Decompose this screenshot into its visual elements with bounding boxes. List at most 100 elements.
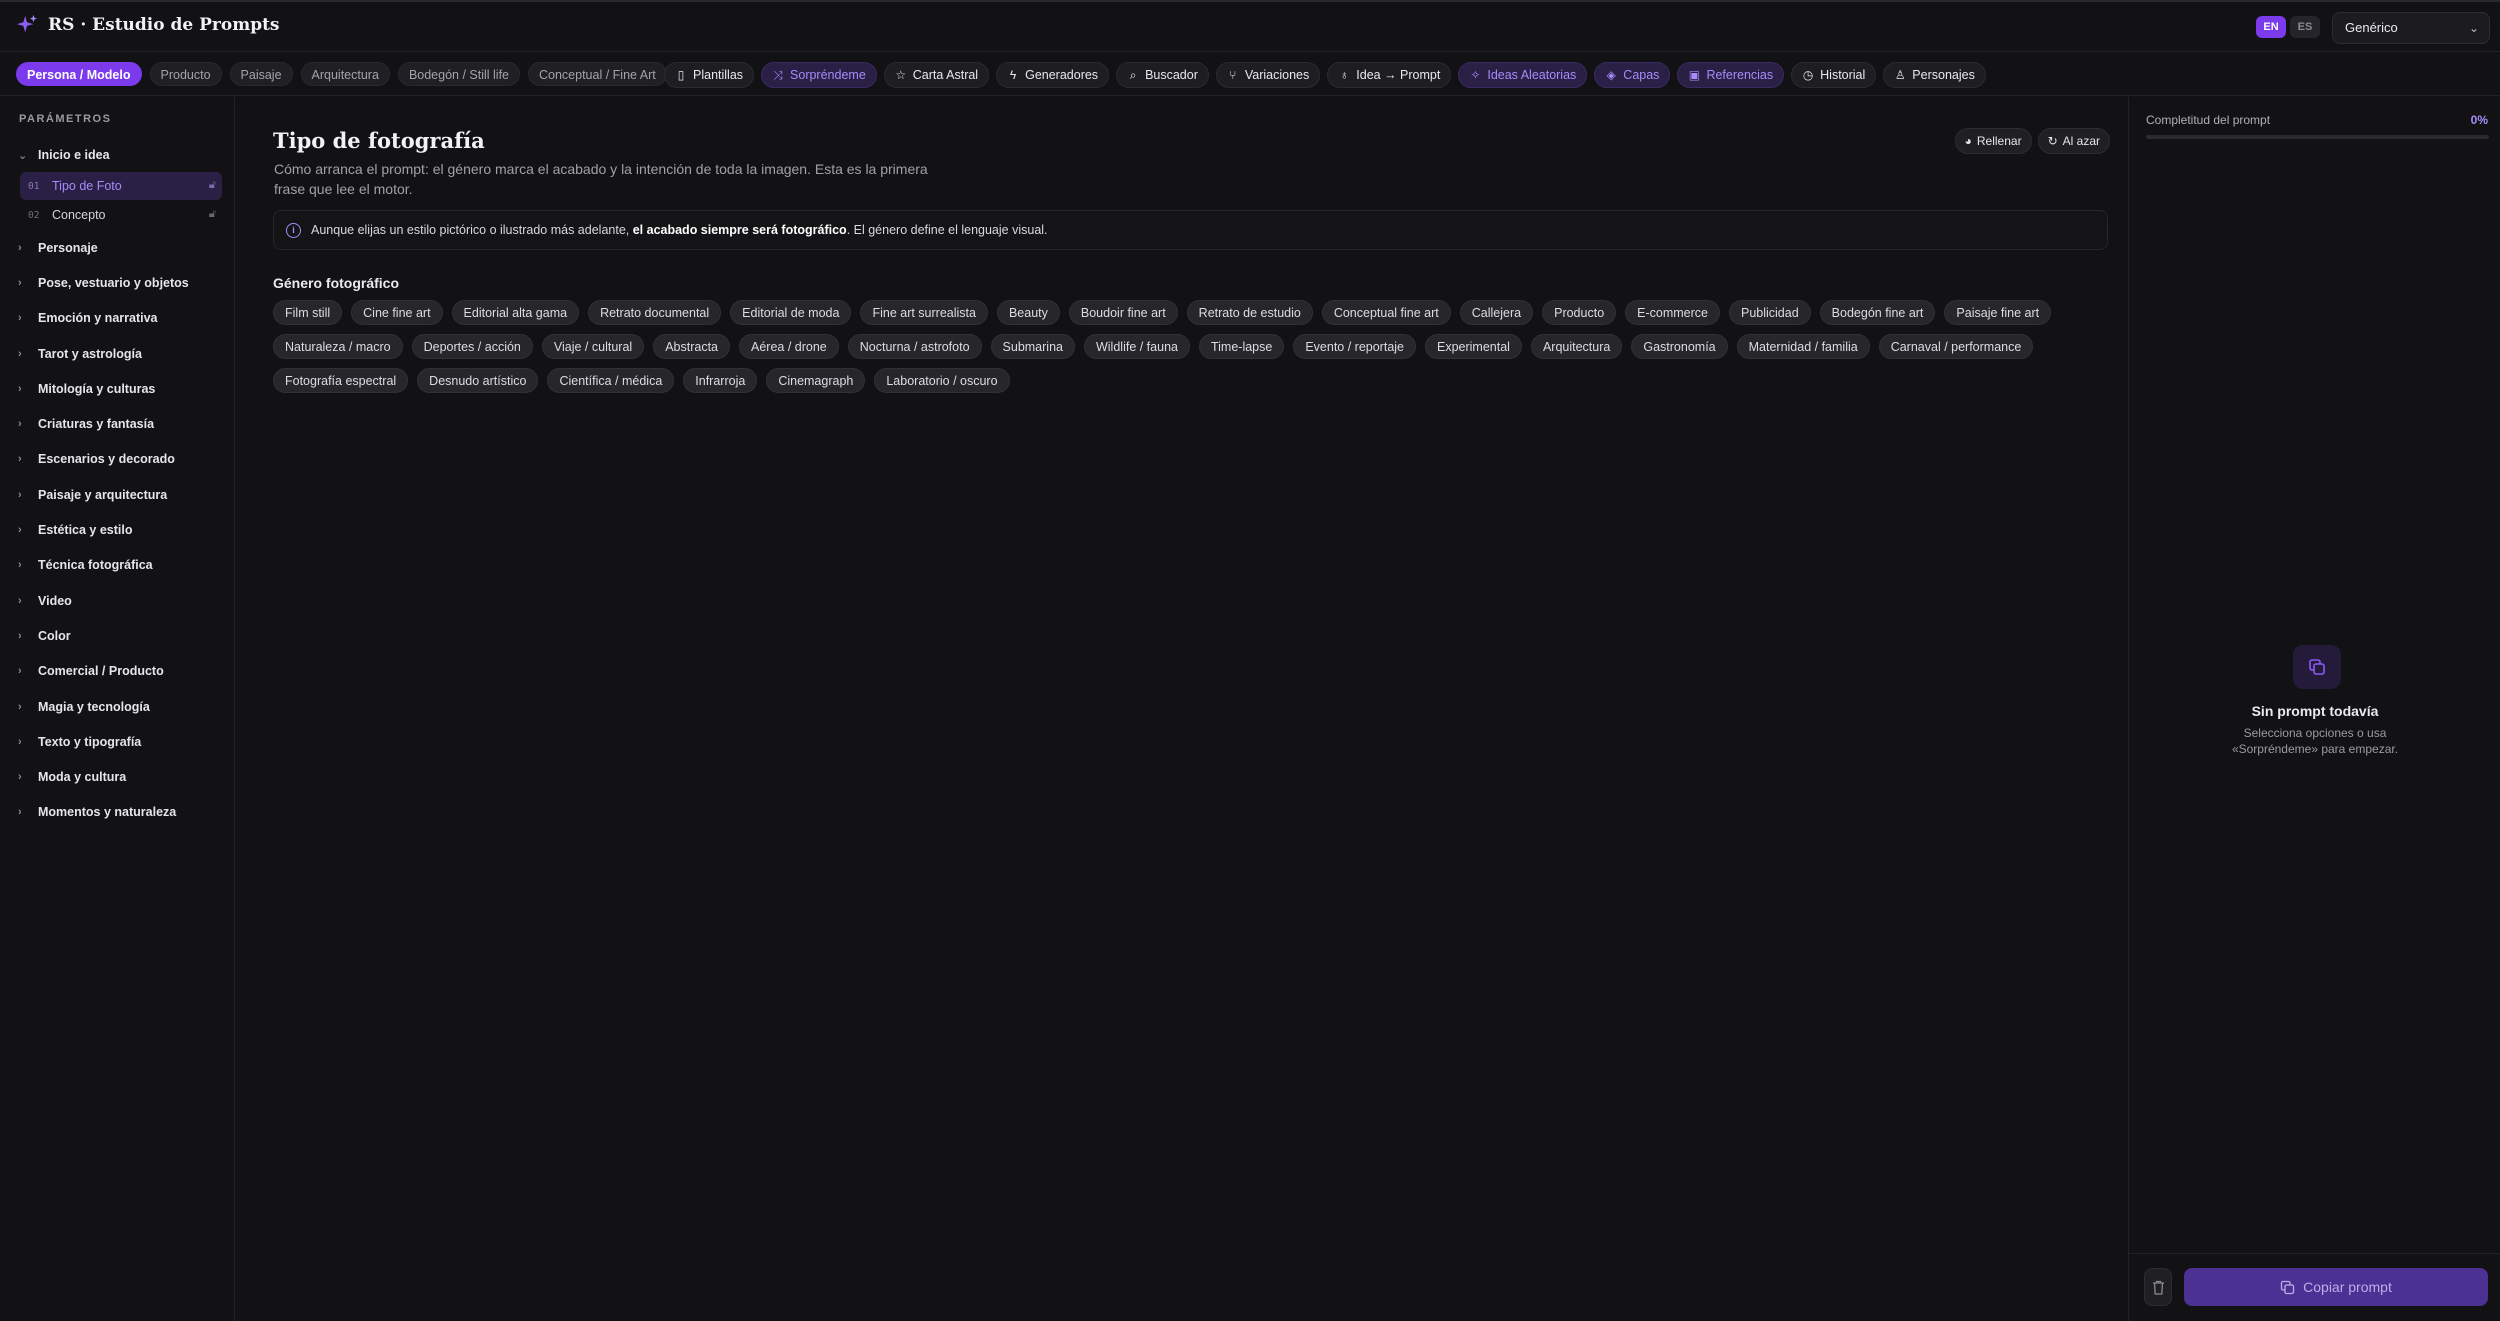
genre-chip[interactable]: Desnudo artístico <box>417 368 539 393</box>
page-description: Cómo arranca el prompt: el género marca … <box>274 161 928 197</box>
tool-buttons: ▯ Plantillas ⤨ Sorpréndeme ☆ Carta Astral ϟ… <box>664 62 1986 88</box>
genre-chip[interactable]: Editorial alta gama <box>451 300 580 325</box>
genre-chip[interactable]: Fine art surrealista <box>860 300 988 325</box>
copy-icon <box>2280 1280 2295 1294</box>
sidebar-group[interactable]: › Momentos y naturaleza <box>18 795 222 830</box>
sidebar-group[interactable]: › Paisaje y arquitectura <box>18 477 222 512</box>
genre-chip[interactable]: Viaje / cultural <box>541 334 645 359</box>
mode-tab-persona[interactable]: Persona / Modelo <box>16 62 142 86</box>
generadores-button[interactable]: ϟ Generadores <box>996 62 1110 88</box>
genre-chip[interactable]: Retrato documental <box>588 300 722 325</box>
genre-chip[interactable]: Fotografía espectral <box>273 368 409 393</box>
copy-prompt-button[interactable]: Copiar prompt <box>2184 1268 2488 1306</box>
sidebar-group-inicio[interactable]: ⌄ Inicio e idea <box>18 139 222 171</box>
sidebar-group-label: Técnica fotográfica <box>38 558 153 573</box>
buscador-button[interactable]: ⌕ Buscador <box>1116 62 1209 88</box>
genre-chip[interactable]: Carnaval / performance <box>1878 334 2034 359</box>
genre-chip[interactable]: Experimental <box>1425 334 1522 359</box>
genre-chip[interactable]: Submarina <box>990 334 1075 359</box>
trash-button[interactable] <box>2144 1268 2172 1306</box>
genre-chip[interactable]: Abstracta <box>653 334 730 359</box>
idea-prompt-button[interactable]: ♁ Idea → Prompt <box>1327 62 1452 88</box>
genre-chip[interactable]: Evento / reportaje <box>1293 334 1416 359</box>
genre-chip[interactable]: Arquitectura <box>1530 334 1623 359</box>
branch-icon: ⑂ <box>1229 68 1237 82</box>
sidebar-group[interactable]: › Texto y tipografía <box>18 724 222 759</box>
sidebar-group[interactable]: › Personaje <box>18 230 222 265</box>
genre-chip[interactable]: Film still <box>273 300 343 325</box>
sidebar-group[interactable]: › Pose, vestuario y objetos <box>18 265 222 300</box>
sidebar-group[interactable]: › Escenarios y decorado <box>18 442 222 477</box>
sidebar-group[interactable]: › Color <box>18 618 222 653</box>
sidebar-group[interactable]: › Magia y tecnología <box>18 689 222 724</box>
genre-chip[interactable]: Publicidad <box>1728 300 1811 325</box>
sidebar-item-tipo-de-foto[interactable]: 01 Tipo de Foto 🔓︎ <box>20 172 222 200</box>
genre-chip[interactable]: Boudoir fine art <box>1068 300 1178 325</box>
palette-icon: ◕ <box>1964 134 1972 148</box>
genre-chip[interactable]: Científica / médica <box>547 368 675 393</box>
sidebar-group[interactable]: › Emoción y narrativa <box>18 301 222 336</box>
genre-chip[interactable]: Editorial de moda <box>730 300 852 325</box>
lock-icon[interactable]: 🔓︎ <box>209 208 216 221</box>
genre-chip[interactable]: Retrato de estudio <box>1186 300 1313 325</box>
sidebar-group[interactable]: › Criaturas y fantasía <box>18 406 222 441</box>
mode-tab-arquitectura[interactable]: Arquitectura <box>300 62 390 86</box>
ideas-aleatorias-button[interactable]: ✧ Ideas Aleatorias <box>1458 62 1588 88</box>
lang-en-button[interactable]: EN <box>2256 16 2286 38</box>
genre-chip[interactable]: E-commerce <box>1625 300 1720 325</box>
completion-progress-bar <box>2146 135 2489 139</box>
genre-chip[interactable]: Wildlife / fauna <box>1083 334 1190 359</box>
genre-chip[interactable]: Bodegón fine art <box>1819 300 1936 325</box>
capas-button[interactable]: ◈ Capas <box>1594 62 1671 88</box>
sidebar-group[interactable]: › Moda y cultura <box>18 759 222 794</box>
random-button[interactable]: ↻ Al azar <box>2037 128 2110 154</box>
genre-chip[interactable]: Beauty <box>996 300 1060 325</box>
genre-chip[interactable]: Deportes / acción <box>411 334 533 359</box>
personajes-button[interactable]: ♙ Personajes <box>1883 62 1986 88</box>
model-select[interactable]: Genérico ⌄ <box>2332 12 2490 44</box>
genre-chip[interactable]: Time-lapse <box>1198 334 1285 359</box>
genre-chip[interactable]: Callejera <box>1459 300 1534 325</box>
mode-tab-producto[interactable]: Producto <box>149 62 222 86</box>
mode-tab-paisaje[interactable]: Paisaje <box>229 62 293 86</box>
genre-chip[interactable]: Naturaleza / macro <box>273 334 403 359</box>
lang-es-button[interactable]: ES <box>2290 16 2320 38</box>
genre-chip[interactable]: Gastronomía <box>1631 334 1728 359</box>
genre-chip[interactable]: Aérea / drone <box>739 334 839 359</box>
mode-tab-conceptual[interactable]: Conceptual / Fine Art <box>528 62 667 86</box>
sorprendeme-button[interactable]: ⤨ Sorpréndeme <box>761 62 877 88</box>
genre-chip[interactable]: Laboratorio / oscuro <box>874 368 1010 393</box>
genre-chip[interactable]: Infrarroja <box>683 368 758 393</box>
genre-chip[interactable]: Producto <box>1542 300 1617 325</box>
variaciones-button[interactable]: ⑂ Variaciones <box>1215 62 1321 88</box>
mode-tabs: Persona / Modelo Producto Paisaje Arquit… <box>16 62 667 86</box>
genre-chip[interactable]: Cine fine art <box>351 300 443 325</box>
genre-chip[interactable]: Paisaje fine art <box>1944 300 2052 325</box>
genre-chip[interactable]: Cinemagraph <box>766 368 866 393</box>
genre-chip[interactable]: Conceptual fine art <box>1321 300 1451 325</box>
fill-button[interactable]: ◕ Rellenar <box>1954 128 2032 154</box>
notice-text: Aunque elijas un estilo pictórico o ilus… <box>311 223 1048 237</box>
genre-chip[interactable]: Nocturna / astrofoto <box>847 334 982 359</box>
sidebar-group[interactable]: › Comercial / Producto <box>18 654 222 689</box>
info-notice: i Aunque elijas un estilo pictórico o il… <box>273 210 2108 250</box>
sidebar-group[interactable]: › Tarot y astrología <box>18 336 222 371</box>
sidebar-group[interactable]: › Video <box>18 583 222 618</box>
sidebar-item-concepto[interactable]: 02 Concepto 🔓︎ <box>20 201 222 229</box>
carta-astral-button[interactable]: ☆ Carta Astral <box>883 62 990 88</box>
sidebar-group[interactable]: › Mitología y culturas <box>18 371 222 406</box>
genre-chip[interactable]: Maternidad / familia <box>1736 334 1870 359</box>
app-logo[interactable]: RS · Estudio de Prompts <box>16 14 280 36</box>
sidebar-group[interactable]: › Estética y estilo <box>18 512 222 547</box>
lock-icon[interactable]: 🔓︎ <box>209 179 216 192</box>
user-icon: ♙ <box>1894 68 1906 82</box>
mode-tab-bodegon[interactable]: Bodegón / Still life <box>397 62 520 86</box>
sidebar-group-label: Texto y tipografía <box>38 734 142 749</box>
chevron-right-icon: › <box>18 700 22 713</box>
plantillas-button[interactable]: ▯ Plantillas <box>664 62 755 88</box>
notice-post: . El género define el lenguaje visual. <box>846 223 1048 237</box>
historial-button[interactable]: ◷ Historial <box>1791 62 1877 88</box>
sidebar-group-label: Color <box>38 628 71 643</box>
sidebar-group[interactable]: › Técnica fotográfica <box>18 548 222 583</box>
referencias-button[interactable]: ▣ Referencias <box>1677 62 1785 88</box>
